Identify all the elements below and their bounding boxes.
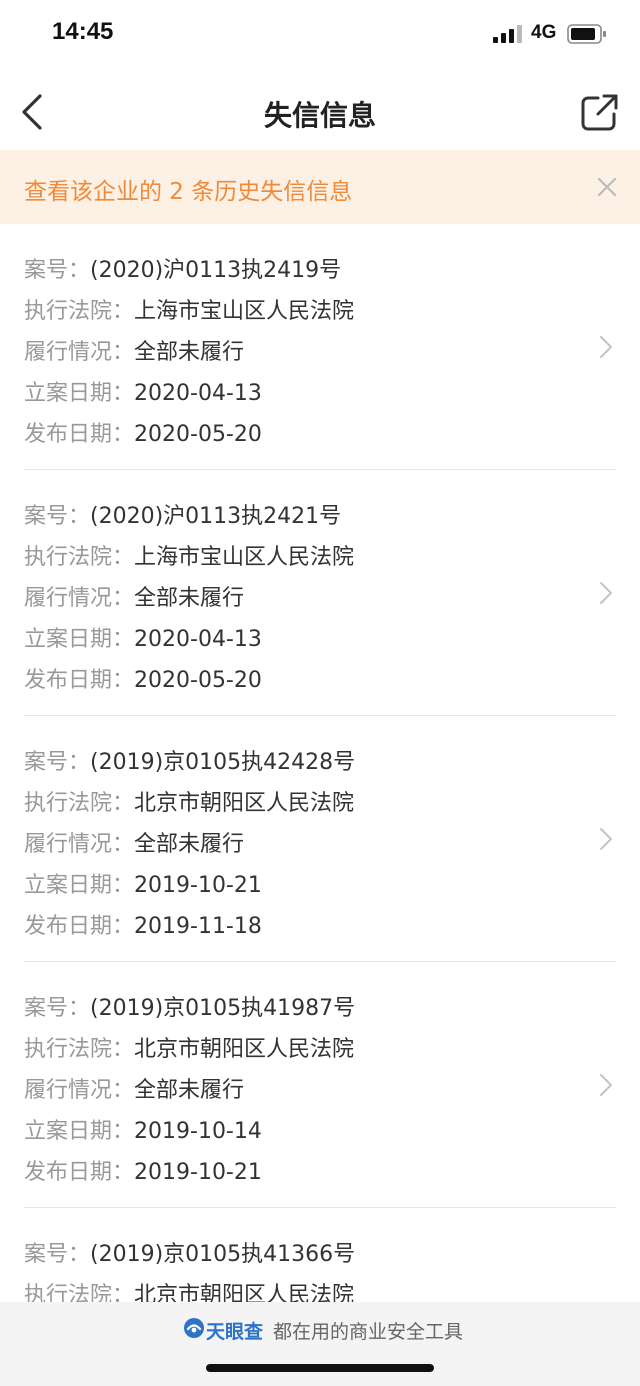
court-name: 北京市朝阳区人民法院	[134, 1037, 355, 1062]
performance-status: 全部未履行	[134, 1078, 245, 1103]
published-date: 2020-05-20	[134, 422, 262, 447]
field-label: 发布日期：	[24, 1160, 135, 1185]
filed-date: 2020-04-13	[134, 627, 262, 652]
history-notice-text: 查看该企业的 2 条历史失信信息	[24, 179, 353, 205]
case-number-row: 案号：(2020)沪0113执2421号	[0, 496, 640, 537]
history-notice-banner[interactable]: 查看该企业的 2 条历史失信信息	[0, 150, 640, 224]
field-label: 履行情况：	[24, 586, 135, 611]
filed-date-row: 立案日期：2020-04-13	[0, 373, 640, 414]
page-title: 失信信息	[263, 99, 376, 132]
case-number: (2019)京0105执42428号	[90, 750, 356, 775]
published-date: 2019-11-18	[134, 914, 262, 939]
home-indicator[interactable]	[206, 1364, 434, 1372]
published-date-row: 发布日期：2020-05-20	[0, 660, 640, 701]
published-date-row: 发布日期：2019-10-21	[0, 1152, 640, 1193]
field-label: 立案日期：	[24, 1119, 135, 1144]
case-number: (2020)沪0113执2421号	[90, 504, 342, 529]
court-name: 北京市朝阳区人民法院	[134, 791, 355, 816]
status-row: 履行情况：全部未履行	[0, 578, 640, 619]
case-number-row: 案号：(2019)京0105执42428号	[0, 742, 640, 783]
case-number: (2019)京0105执41366号	[90, 1242, 356, 1267]
field-label: 案号：	[24, 258, 91, 283]
filed-date: 2019-10-14	[134, 1119, 262, 1144]
field-label: 案号：	[24, 750, 91, 775]
footer: 天眼查 都在用的商业安全工具	[0, 1302, 640, 1386]
footer-brand: 天眼查	[206, 1321, 264, 1343]
filed-date: 2019-10-21	[134, 873, 262, 898]
filed-date-row: 立案日期：2020-04-13	[0, 619, 640, 660]
field-label: 执行法院：	[24, 545, 135, 570]
footer-slogan: 都在用的商业安全工具	[273, 1321, 464, 1343]
battery-icon	[567, 24, 606, 44]
field-label: 发布日期：	[24, 668, 135, 693]
signal-icon	[493, 25, 522, 43]
status-row: 履行情况：全部未履行	[0, 1070, 640, 1111]
case-number-row: 案号：(2019)京0105执41366号	[0, 1234, 640, 1275]
chevron-right-icon	[600, 336, 612, 358]
performance-status: 全部未履行	[134, 340, 245, 365]
published-date-row: 发布日期：2020-05-20	[0, 414, 640, 455]
chevron-right-icon	[600, 582, 612, 604]
field-label: 案号：	[24, 1242, 91, 1267]
list-item[interactable]: 案号：(2020)沪0113执2419号 执行法院：上海市宝山区人民法院 履行情…	[0, 224, 640, 470]
court-row: 执行法院：上海市宝山区人民法院	[0, 537, 640, 578]
field-label: 发布日期：	[24, 422, 135, 447]
published-date: 2020-05-20	[134, 668, 262, 693]
field-label: 发布日期：	[24, 914, 135, 939]
case-number: (2019)京0105执41987号	[90, 996, 356, 1021]
status-row: 履行情况：全部未履行	[0, 332, 640, 373]
network-label: 4G	[531, 22, 557, 43]
performance-status: 全部未履行	[134, 586, 245, 611]
chevron-right-icon	[600, 828, 612, 850]
case-number-row: 案号：(2019)京0105执41987号	[0, 988, 640, 1029]
field-label: 立案日期：	[24, 627, 135, 652]
list-item[interactable]: 案号：(2019)京0105执41987号 执行法院：北京市朝阳区人民法院 履行…	[0, 962, 640, 1208]
field-label: 履行情况：	[24, 1078, 135, 1103]
list-item[interactable]: 案号：(2020)沪0113执2421号 执行法院：上海市宝山区人民法院 履行情…	[0, 470, 640, 716]
status-time: 14:45	[52, 18, 114, 45]
filed-date-row: 立案日期：2019-10-21	[0, 865, 640, 906]
chevron-right-icon	[600, 1074, 612, 1096]
field-label: 执行法院：	[24, 1037, 135, 1062]
status-row: 履行情况：全部未履行	[0, 824, 640, 865]
close-icon[interactable]	[592, 172, 622, 202]
court-row: 执行法院：上海市宝山区人民法院	[0, 291, 640, 332]
court-name: 上海市宝山区人民法院	[134, 545, 355, 570]
share-button[interactable]	[576, 90, 622, 136]
field-label: 案号：	[24, 504, 91, 529]
field-label: 立案日期：	[24, 381, 135, 406]
court-row: 执行法院：北京市朝阳区人民法院	[0, 783, 640, 824]
field-label: 履行情况：	[24, 340, 135, 365]
filed-date-row: 立案日期：2019-10-14	[0, 1111, 640, 1152]
nav-bar: 失信信息	[0, 70, 640, 150]
field-label: 履行情况：	[24, 832, 135, 857]
dishonest-record-list: 案号：(2020)沪0113执2419号 执行法院：上海市宝山区人民法院 履行情…	[0, 224, 640, 1386]
performance-status: 全部未履行	[134, 832, 245, 857]
field-label: 执行法院：	[24, 299, 135, 324]
field-label: 执行法院：	[24, 791, 135, 816]
field-label: 案号：	[24, 996, 91, 1021]
tianyancha-logo-icon	[184, 1318, 204, 1338]
court-row: 执行法院：北京市朝阳区人民法院	[0, 1029, 640, 1070]
case-number: (2020)沪0113执2419号	[90, 258, 342, 283]
filed-date: 2020-04-13	[134, 381, 262, 406]
published-date: 2019-10-21	[134, 1160, 262, 1185]
field-label: 立案日期：	[24, 873, 135, 898]
status-bar: 14:45 4G	[0, 0, 640, 70]
court-name: 上海市宝山区人民法院	[134, 299, 355, 324]
list-item[interactable]: 案号：(2019)京0105执42428号 执行法院：北京市朝阳区人民法院 履行…	[0, 716, 640, 962]
case-number-row: 案号：(2020)沪0113执2419号	[0, 250, 640, 291]
published-date-row: 发布日期：2019-11-18	[0, 906, 640, 947]
